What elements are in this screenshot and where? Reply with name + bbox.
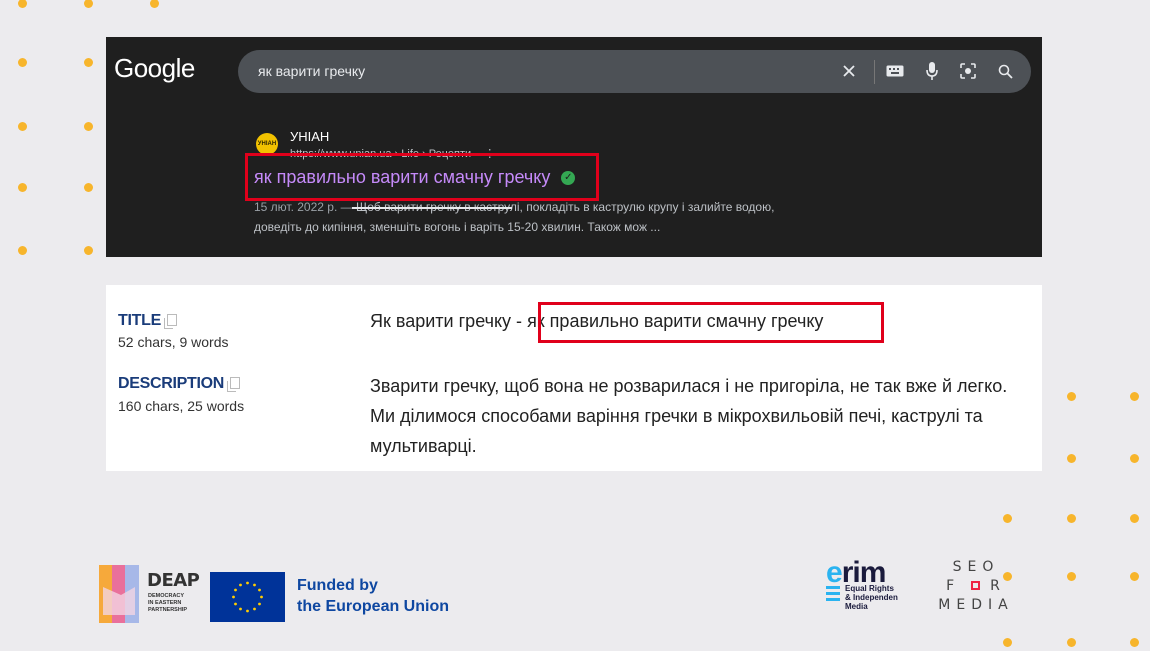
square-icon	[970, 581, 980, 590]
dot	[84, 58, 93, 67]
snippet-strike-line	[352, 207, 512, 209]
funded-line-1: Funded by	[297, 577, 378, 594]
dot	[18, 58, 27, 67]
result-date: 15 лют. 2022 р. —	[254, 200, 353, 214]
dot	[1130, 638, 1139, 647]
dot	[84, 183, 93, 192]
description-label-text: DESCRIPTION	[118, 375, 225, 392]
dot	[1003, 638, 1012, 647]
deap-name: DEAP	[147, 570, 200, 591]
seo-for-media-logo: SEO F R MEDIA	[933, 558, 1019, 615]
clear-icon[interactable]	[838, 60, 860, 82]
dot	[84, 0, 93, 8]
erim-subtitle: Equal Rights & Independen Media	[845, 584, 898, 611]
site-favicon: УНІАН	[256, 133, 278, 155]
dot	[18, 122, 27, 131]
google-serp-panel: Google як варити гречку УНІАН УНІАН http…	[106, 37, 1042, 257]
dot	[1003, 514, 1012, 523]
separator	[874, 60, 875, 84]
meta-preview-panel: TITLE 52 chars, 9 words Як варити гречку…	[106, 285, 1042, 471]
search-icon[interactable]	[994, 60, 1016, 82]
title-label-text: TITLE	[118, 312, 161, 329]
highlight-box-result-title	[245, 153, 599, 201]
search-bar[interactable]: як варити гречку	[238, 50, 1031, 93]
copy-icon[interactable]	[163, 314, 177, 329]
highlight-box-meta-title	[538, 302, 884, 343]
seo-line-1: SEO	[952, 559, 1000, 575]
eu-flag-icon	[210, 572, 285, 622]
description-count: 160 chars, 25 words	[118, 398, 245, 414]
dot	[1130, 454, 1139, 463]
seo-line-3: MEDIA	[938, 597, 1014, 613]
dot	[1067, 454, 1076, 463]
title-count: 52 chars, 9 words	[118, 334, 229, 350]
seo-line-2: F R	[946, 578, 1006, 594]
erim-bars-icon	[826, 586, 840, 604]
dot	[1130, 392, 1139, 401]
erim-logo: erim Equal Rights & Independen Media	[826, 556, 916, 618]
dot	[18, 183, 27, 192]
funded-line-2: the European Union	[297, 598, 449, 615]
dot	[18, 246, 27, 255]
meta-description-value: Зварити гречку, щоб вона не розварилася …	[370, 376, 1008, 456]
dot	[1067, 638, 1076, 647]
funded-by-eu-text: Funded by the European Union	[297, 575, 449, 617]
dot	[1067, 392, 1076, 401]
description-label: DESCRIPTION	[118, 375, 241, 393]
snippet-line-1: 15 лют. 2022 р. — Щоб варити гречку в ка…	[254, 197, 834, 217]
meta-title-prefix: Як варити гречку -	[370, 311, 528, 331]
lens-icon[interactable]	[957, 60, 979, 82]
dot	[1130, 572, 1139, 581]
search-input[interactable]: як варити гречку	[258, 63, 365, 79]
dot	[18, 0, 27, 8]
dot	[1130, 514, 1139, 523]
dot	[1067, 572, 1076, 581]
result-snippet: 15 лют. 2022 р. — Щоб варити гречку в ка…	[254, 197, 834, 237]
dot	[84, 246, 93, 255]
snippet-line-2: доведіть до кипіння, зменшіть вогонь і в…	[254, 220, 661, 234]
dot	[84, 122, 93, 131]
google-logo: Google	[114, 53, 195, 83]
deap-subtitle: DEMOCRACY IN EASTERN PARTNERSHIP	[148, 593, 188, 613]
dot	[150, 0, 159, 8]
microphone-icon[interactable]	[921, 60, 943, 82]
result-site-name[interactable]: УНІАН	[290, 129, 329, 144]
keyboard-icon[interactable]	[884, 60, 906, 82]
copy-icon[interactable]	[227, 377, 241, 392]
deap-logo	[99, 565, 139, 623]
title-label: TITLE	[118, 312, 177, 330]
dot	[1067, 514, 1076, 523]
